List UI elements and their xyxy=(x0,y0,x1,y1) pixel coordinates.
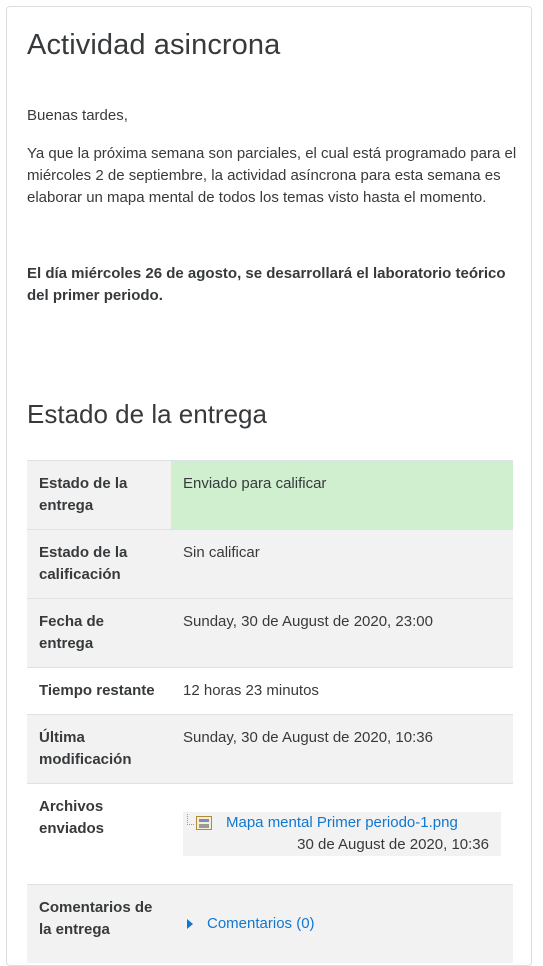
row-submitted-files: Archivos enviados Mapa mental Primer per… xyxy=(27,783,513,885)
row-submission-status: Estado de la entrega Enviado para califi… xyxy=(27,460,513,530)
row-label: Archivos enviados xyxy=(27,783,171,885)
row-label: Tiempo restante xyxy=(27,667,171,715)
submitted-files-cell: Mapa mental Primer periodo-1.png 30 de A… xyxy=(171,783,513,885)
comments-link[interactable]: Comentarios (0) xyxy=(207,913,315,935)
row-time-remaining: Tiempo restante 12 horas 23 minutos xyxy=(27,667,513,715)
grading-status-value: Sin calificar xyxy=(171,529,513,599)
file-tree: Mapa mental Primer periodo-1.png 30 de A… xyxy=(183,812,501,856)
time-remaining-value: 12 horas 23 minutos xyxy=(171,667,513,715)
file-item: Mapa mental Primer periodo-1.png xyxy=(183,812,489,834)
due-date-value: Sunday, 30 de August de 2020, 23:00 xyxy=(171,598,513,668)
activity-title: Actividad asincrona xyxy=(27,29,281,61)
submission-status-title: Estado de la entrega xyxy=(27,399,267,429)
file-download-link[interactable]: Mapa mental Primer periodo-1.png xyxy=(226,812,458,834)
activity-description: Buenas tardes, Ya que la próxima semana … xyxy=(27,105,517,209)
submission-status-table: Estado de la entrega Enviado para califi… xyxy=(27,460,513,963)
caret-right-icon[interactable] xyxy=(187,919,193,929)
last-modified-value: Sunday, 30 de August de 2020, 10:36 xyxy=(171,714,513,784)
row-last-modified: Última modificación Sunday, 30 de August… xyxy=(27,714,513,784)
row-label: Fecha de entrega xyxy=(27,598,171,668)
status-submitted-value: Enviado para calificar xyxy=(171,460,513,530)
row-grading-status: Estado de la calificación Sin calificar xyxy=(27,529,513,599)
lab-note: El día miércoles 26 de agosto, se desarr… xyxy=(27,265,506,304)
comments-cell: Comentarios (0) xyxy=(171,884,513,963)
image-file-icon xyxy=(196,816,212,830)
row-label: Última modificación xyxy=(27,714,171,784)
comments-toggle[interactable]: Comentarios (0) xyxy=(183,913,501,935)
row-label: Comentarios de la entrega xyxy=(27,884,171,963)
description-paragraph: Ya que la próxima semana son parciales, … xyxy=(27,145,517,206)
tree-branch-icon xyxy=(187,813,194,825)
file-date: 30 de August de 2020, 10:36 xyxy=(297,836,489,853)
row-submission-comments: Comentarios de la entrega Comentarios (0… xyxy=(27,884,513,963)
row-label: Estado de la calificación xyxy=(27,529,171,599)
row-due-date: Fecha de entrega Sunday, 30 de August de… xyxy=(27,598,513,668)
greeting-text: Buenas tardes, xyxy=(27,107,128,124)
row-label: Estado de la entrega xyxy=(27,460,171,530)
assignment-card: Actividad asincrona Buenas tardes, Ya qu… xyxy=(6,6,532,966)
